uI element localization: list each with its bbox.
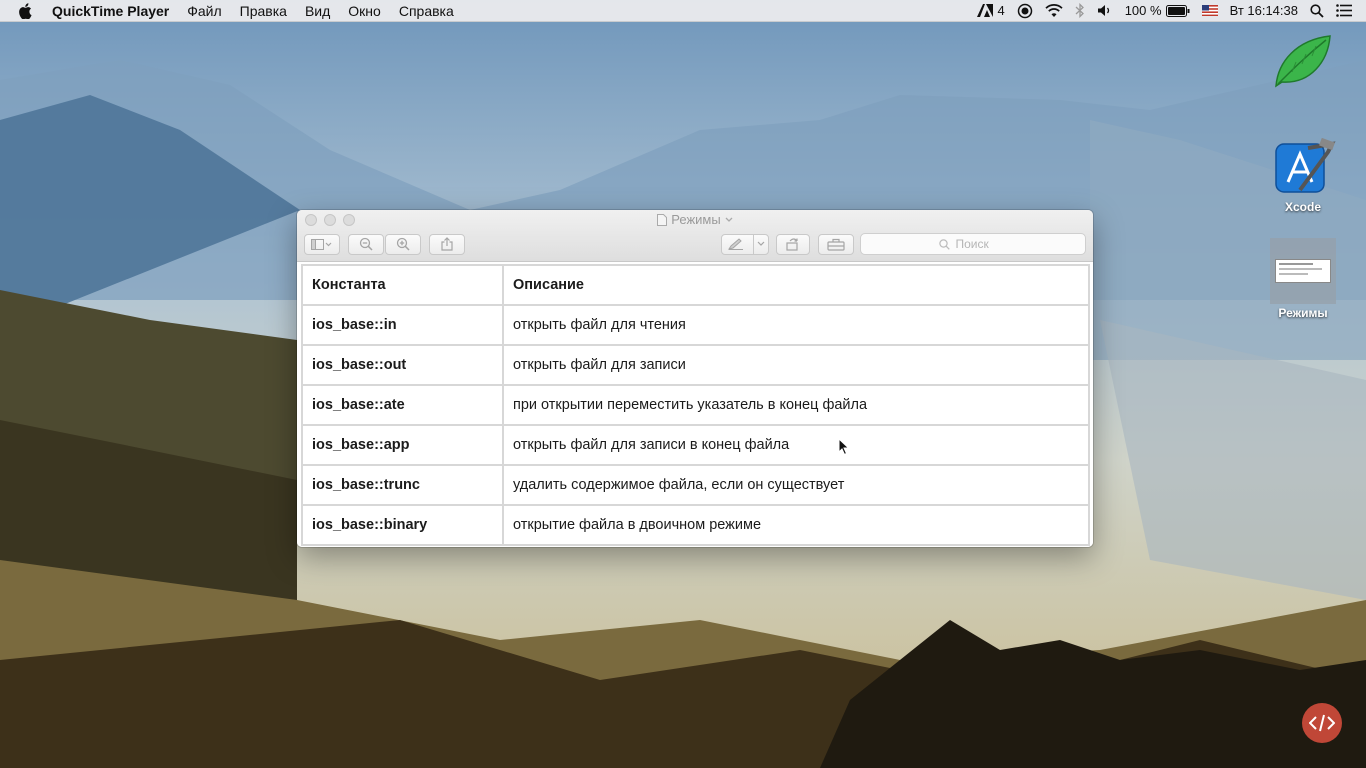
document-thumbnail-icon — [1270, 238, 1336, 304]
window-toolbar — [304, 232, 1086, 256]
zoom-out-button[interactable] — [348, 233, 384, 255]
menu-extras: 4 100 % Вт 16:14:38 — [965, 3, 1366, 19]
table-row: ios_base::app открыть файл для записи в … — [301, 424, 1090, 466]
table-header-row: Константа Описание — [301, 264, 1090, 306]
table-row: ios_base::ate при открытии переместить у… — [301, 384, 1090, 426]
menu-app-name[interactable]: QuickTime Player — [52, 3, 178, 19]
pen-icon — [728, 238, 743, 250]
constant-cell: ios_base::in — [301, 304, 504, 346]
toolbox-button[interactable] — [818, 233, 854, 255]
menu-help[interactable]: Справка — [390, 3, 463, 19]
chevron-down-icon — [757, 241, 765, 246]
adobe-status[interactable]: 4 — [977, 3, 1005, 18]
table-row: ios_base::binary открытие файла в двоичн… — [301, 504, 1090, 546]
column-header-description: Описание — [502, 264, 1090, 306]
bluetooth-icon[interactable] — [1075, 3, 1085, 18]
description-cell: открыть файл для записи в конец файла — [502, 424, 1090, 466]
mouse-cursor-icon — [838, 438, 850, 456]
markup-button[interactable] — [721, 233, 769, 255]
column-header-constant: Константа — [301, 264, 504, 306]
zoom-out-icon — [359, 237, 373, 251]
menu-view[interactable]: Вид — [296, 3, 339, 19]
adobe-icon — [977, 4, 994, 17]
description-cell: открыть файл для записи — [502, 344, 1090, 386]
constant-cell: ios_base::trunc — [301, 464, 504, 506]
battery-icon — [1165, 4, 1190, 17]
menu-window[interactable]: Окно — [339, 3, 390, 19]
volume-icon[interactable] — [1097, 4, 1113, 17]
table-row: ios_base::out открыть файл для записи — [301, 344, 1090, 386]
desktop-icon-leaf-app[interactable] — [1272, 32, 1334, 90]
notification-center-icon[interactable] — [1336, 4, 1352, 17]
desktop-icon-xcode[interactable]: Xcode — [1270, 138, 1336, 214]
desktop-icon-label: Xcode — [1284, 200, 1321, 214]
code-watermark-icon — [1302, 703, 1342, 743]
modes-table: Константа Описание ios_base::in открыть … — [301, 264, 1090, 546]
table-row: ios_base::in открыть файл для чтения — [301, 304, 1090, 346]
rotate-button[interactable] — [776, 233, 810, 255]
table-row: ios_base::trunc удалить содержимое файла… — [301, 464, 1090, 506]
description-cell: удалить содержимое файла, если он сущест… — [502, 464, 1090, 506]
clock[interactable]: Вт 16:14:38 — [1230, 3, 1298, 18]
xcode-icon — [1275, 138, 1336, 193]
leaf-app-icon — [1275, 35, 1331, 88]
search-icon — [938, 238, 950, 250]
zoom-in-icon — [396, 237, 410, 251]
menu-bar: QuickTime Player Файл Правка Вид Окно Сп… — [0, 0, 1366, 22]
description-cell: открыть файл для чтения — [502, 304, 1090, 346]
share-button[interactable] — [429, 233, 465, 255]
window-title[interactable]: Режимы — [297, 212, 1093, 227]
constant-cell: ios_base::ate — [301, 384, 504, 426]
menu-file[interactable]: Файл — [178, 3, 230, 19]
battery-status[interactable]: 100 % — [1125, 3, 1190, 18]
constant-cell: ios_base::out — [301, 344, 504, 386]
preview-window: Режимы Поиск Константа Описание ios_base… — [297, 210, 1093, 547]
apple-menu-icon[interactable] — [18, 2, 38, 19]
wifi-icon[interactable] — [1045, 3, 1063, 18]
share-icon — [441, 237, 453, 251]
constant-cell: ios_base::app — [301, 424, 504, 466]
chevron-down-icon — [725, 217, 733, 222]
zoom-in-button[interactable] — [385, 233, 421, 255]
toolbox-icon — [827, 238, 845, 251]
screen-record-icon[interactable] — [1017, 3, 1033, 19]
document-icon — [657, 213, 668, 226]
sidebar-toggle-button[interactable] — [304, 233, 340, 255]
constant-cell: ios_base::binary — [301, 504, 504, 546]
search-field[interactable] — [860, 233, 1086, 255]
search-input[interactable] — [953, 236, 1008, 252]
battery-percent: 100 % — [1124, 3, 1162, 18]
document-content: Константа Описание ios_base::in открыть … — [297, 262, 1093, 547]
adobe-count: 4 — [997, 3, 1005, 18]
us-flag-icon[interactable] — [1201, 5, 1218, 16]
window-title-text: Режимы — [671, 212, 721, 227]
description-cell: открытие файла в двоичном режиме — [502, 504, 1090, 546]
sidebar-icon — [311, 238, 332, 250]
desktop-icon-document[interactable]: Режимы — [1270, 238, 1336, 320]
window-titlebar: Режимы — [297, 210, 1093, 262]
rotate-icon — [786, 238, 798, 251]
spotlight-icon[interactable] — [1310, 3, 1324, 18]
desktop-icon-label: Режимы — [1278, 306, 1328, 320]
description-cell: при открытии переместить указатель в кон… — [502, 384, 1090, 426]
menu-edit[interactable]: Правка — [231, 3, 296, 19]
